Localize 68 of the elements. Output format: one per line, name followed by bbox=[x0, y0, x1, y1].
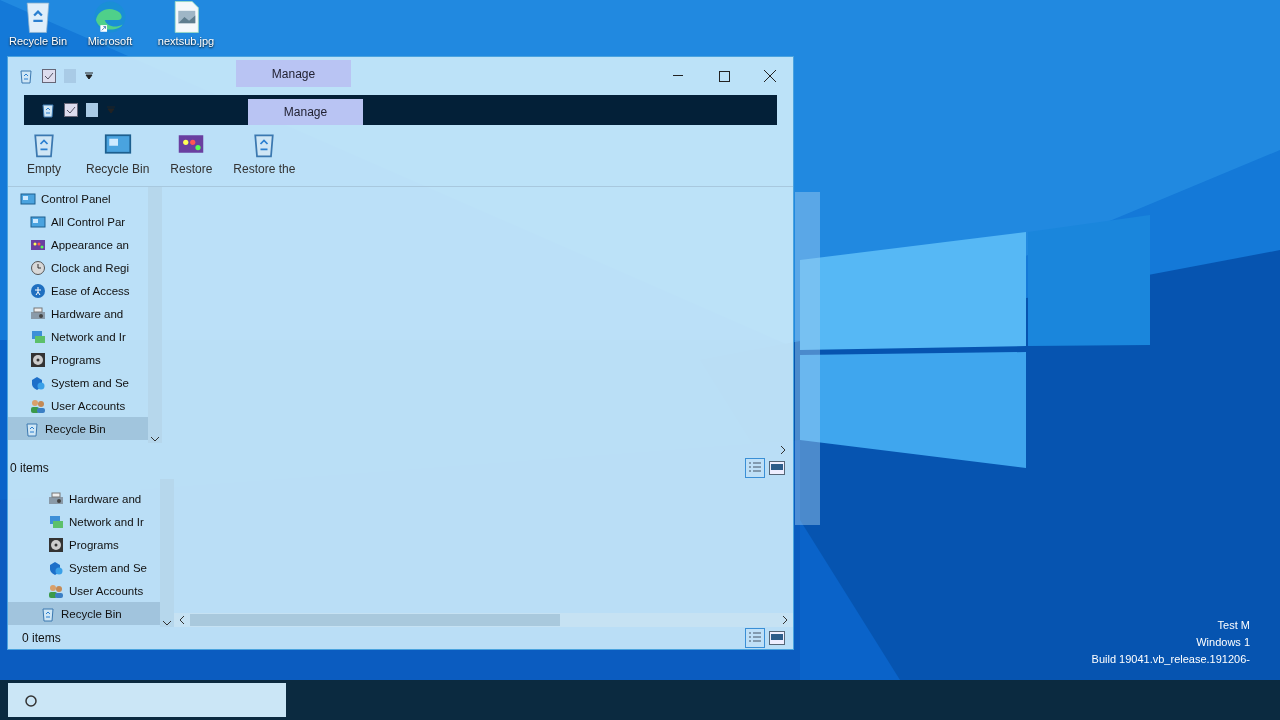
scroll-down-icon[interactable] bbox=[162, 619, 172, 627]
nav-item[interactable]: Hardware and bbox=[8, 302, 148, 325]
nav-item[interactable]: Programs bbox=[8, 533, 160, 556]
checkbox-icon[interactable] bbox=[42, 69, 56, 83]
nav-item[interactable]: Programs bbox=[8, 348, 148, 371]
printer-icon bbox=[48, 490, 64, 507]
nav-item[interactable]: Recycle Bin bbox=[8, 602, 160, 625]
users-icon bbox=[30, 397, 46, 414]
horizontal-scrollbar[interactable] bbox=[174, 613, 793, 627]
details-view-icon[interactable] bbox=[745, 628, 765, 648]
ribbon-command[interactable]: Recycle Bin bbox=[80, 129, 156, 182]
nav-item[interactable]: Ease of Access bbox=[8, 279, 148, 302]
nav-item[interactable]: All Control Par bbox=[8, 210, 148, 233]
control-panel-icon bbox=[30, 213, 46, 230]
notice-text: Build 19041.vb_release.191206- bbox=[1091, 652, 1250, 667]
scroll-right-icon[interactable] bbox=[779, 445, 787, 455]
nav-item[interactable]: User Accounts bbox=[8, 579, 160, 602]
notice-text: Test M bbox=[1217, 618, 1250, 633]
disc-icon bbox=[30, 351, 46, 368]
icon-label: Microsoft bbox=[87, 35, 133, 48]
nav-item[interactable]: Appearance an bbox=[8, 233, 148, 256]
manage-tab[interactable]: Manage bbox=[236, 60, 351, 87]
scroll-down-icon[interactable] bbox=[150, 435, 160, 443]
nav-item[interactable]: User Accounts bbox=[8, 394, 148, 417]
minimize-icon[interactable] bbox=[673, 75, 683, 77]
nav-item[interactable]: Control Panel bbox=[8, 187, 148, 210]
recycle-bin-icon bbox=[40, 102, 56, 118]
manage-tab[interactable]: Manage bbox=[248, 99, 363, 125]
thumbnail-view-icon[interactable] bbox=[769, 461, 785, 475]
scroll-left-icon[interactable] bbox=[178, 615, 186, 625]
network-icon bbox=[30, 328, 46, 345]
checkbox-icon[interactable] bbox=[64, 103, 78, 117]
ribbon-command[interactable]: Restore the bbox=[227, 129, 302, 182]
network-icon bbox=[48, 513, 64, 530]
maximize-icon[interactable] bbox=[718, 70, 730, 82]
close-icon[interactable] bbox=[764, 70, 776, 82]
printer-icon bbox=[30, 305, 46, 322]
icon-label: nextsub.jpg bbox=[157, 35, 215, 48]
nav-item[interactable]: Hardware and bbox=[8, 487, 160, 510]
disc-icon bbox=[48, 536, 64, 553]
nav-item[interactable]: Clock and Regi bbox=[8, 256, 148, 279]
icon-label: Recycle Bin bbox=[8, 35, 68, 48]
status-text: 0 items bbox=[21, 631, 61, 645]
shield-icon bbox=[30, 374, 46, 391]
details-view-icon[interactable] bbox=[745, 458, 765, 478]
users-icon bbox=[48, 582, 64, 599]
notice-text: Windows 1 bbox=[1196, 635, 1250, 650]
accessibility-icon bbox=[30, 282, 46, 299]
scroll-right-icon[interactable] bbox=[781, 615, 789, 625]
control-panel-icon bbox=[20, 190, 36, 207]
clock-icon bbox=[30, 259, 46, 276]
recycle-bin-icon bbox=[18, 68, 34, 84]
search-icon bbox=[24, 693, 38, 707]
nav-item[interactable]: Network and Ir bbox=[8, 325, 148, 348]
recycle-bin-icon bbox=[24, 420, 40, 437]
swirl-icon[interactable] bbox=[93, 0, 127, 34]
nav-item[interactable]: Recycle Bin bbox=[8, 417, 148, 440]
nav-item[interactable]: System and Se bbox=[8, 556, 160, 579]
ribbon-command[interactable]: Empty bbox=[16, 129, 72, 182]
dropdown-icon[interactable] bbox=[84, 72, 94, 80]
recycle-bin-icon bbox=[40, 605, 56, 622]
shield-icon bbox=[48, 559, 64, 576]
status-text: 0 items bbox=[10, 461, 49, 475]
nav-item[interactable]: System and Se bbox=[8, 371, 148, 394]
search-field[interactable] bbox=[8, 683, 286, 717]
nav-item[interactable]: Network and Ir bbox=[8, 510, 160, 533]
thumbnail-view-icon[interactable] bbox=[769, 631, 785, 645]
ribbon-command[interactable]: Restore bbox=[163, 129, 220, 182]
